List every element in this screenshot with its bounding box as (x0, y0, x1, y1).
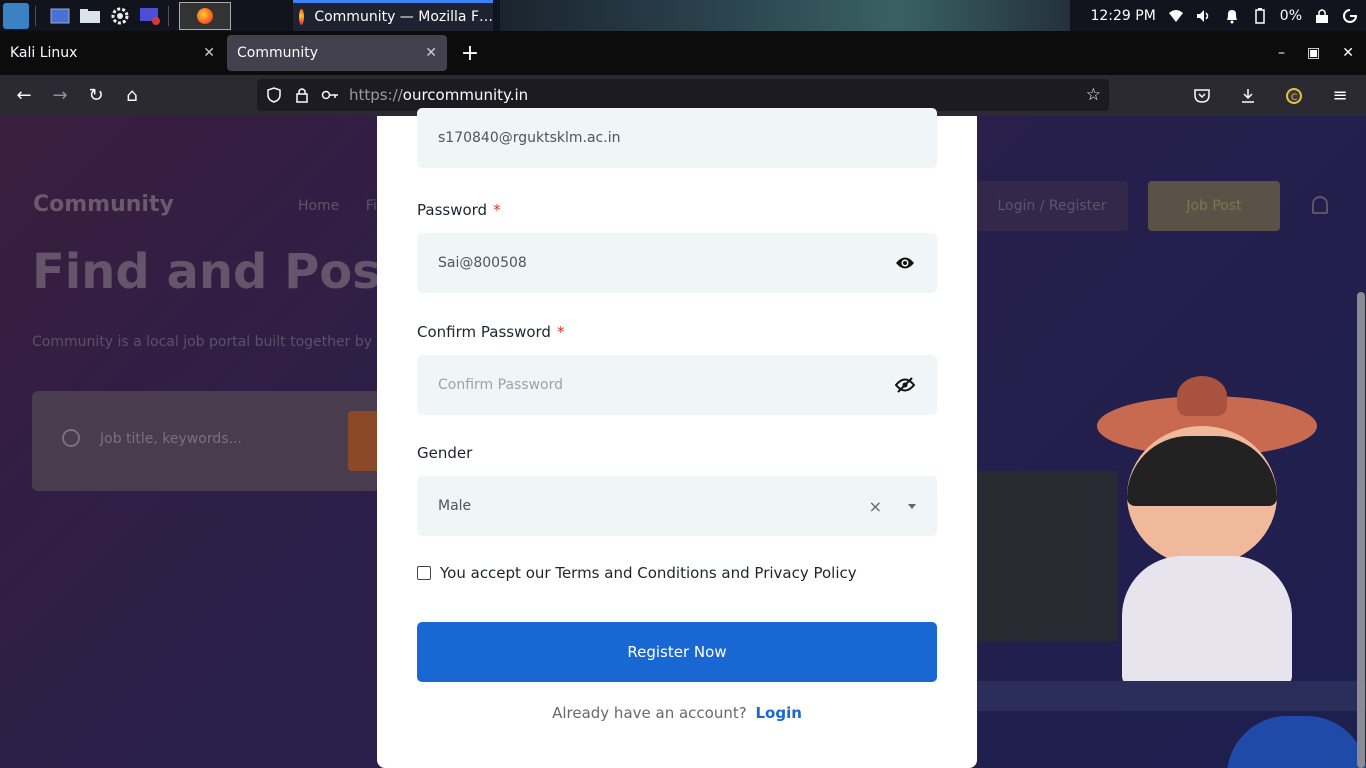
terminal-launcher-icon[interactable] (48, 5, 72, 27)
password-value: Sai@800508 (438, 255, 527, 271)
illustration-desk (977, 681, 1366, 711)
maximize-icon[interactable]: ▣ (1307, 45, 1320, 61)
close-tab-icon[interactable]: ✕ (425, 45, 437, 61)
terms-checkbox[interactable] (417, 566, 431, 580)
confirm-password-field[interactable]: Confirm Password (417, 355, 937, 415)
toolbar-right: C ≡ (1184, 75, 1366, 116)
login-link[interactable]: Login (755, 704, 801, 722)
gender-label: Gender (417, 444, 473, 462)
chevron-down-icon[interactable] (908, 503, 916, 509)
scrollbar-thumb[interactable] (1357, 292, 1365, 768)
illustration-monitor (977, 471, 1117, 641)
window-controls: – ▣ ✕ (1278, 31, 1354, 75)
password-field[interactable]: Sai@800508 (417, 233, 937, 293)
login-register-button: Login / Register (976, 181, 1128, 231)
register-button[interactable]: Register Now (417, 622, 937, 682)
padlock-icon[interactable] (293, 86, 311, 104)
clear-selection-icon[interactable]: × (869, 497, 882, 516)
firefox-icon (299, 9, 305, 25)
nav-home-link: Home (298, 198, 340, 214)
job-search-placeholder: Job title, keywords... (100, 431, 242, 447)
terms-text[interactable]: You accept our Terms and Conditions and … (440, 564, 857, 582)
new-tab-plus-icon[interactable]: + (455, 41, 485, 66)
job-post-button: Job Post (1148, 181, 1280, 231)
os-taskbar: Community — Mozilla F… 12:29 PM 0% (0, 0, 1366, 31)
clock[interactable]: 12:29 PM (1090, 8, 1155, 24)
hero-illustration (977, 376, 1366, 768)
bookmark-star-icon[interactable]: ☆ (1086, 85, 1101, 105)
system-tray: 12:29 PM 0% (1090, 0, 1366, 31)
tab-community[interactable]: Community ✕ (227, 35, 447, 71)
search-icon (62, 429, 80, 447)
page-scrollbar[interactable] (1355, 116, 1366, 768)
settings-gear-icon[interactable] (108, 5, 132, 27)
gender-select[interactable]: Male × (417, 476, 937, 536)
taskbar-separator (168, 5, 169, 26)
gender-value: Male (438, 498, 472, 514)
hero-subtitle: Community is a local job portal built to… (32, 334, 418, 350)
browser-tab-bar: Kali Linux ✕ Community ✕ + – ▣ ✕ (0, 31, 1366, 75)
site-bell-icon (1312, 196, 1328, 214)
firefox-icon (197, 7, 213, 24)
taskbar-window-title: Community — Mozilla F… (314, 9, 493, 25)
notification-bell-icon[interactable] (1224, 8, 1240, 24)
password-label-text: Password (417, 201, 488, 219)
wifi-icon[interactable] (1168, 8, 1184, 24)
address-bar[interactable]: https://ourcommunity.in ☆ (257, 79, 1109, 111)
site-nav: Home Fi (298, 198, 377, 214)
battery-icon[interactable] (1252, 7, 1268, 24)
reload-icon[interactable]: ↻ (78, 80, 114, 112)
pocket-icon[interactable] (1184, 80, 1220, 112)
taskbar-wallpaper-strip (500, 0, 1070, 31)
close-window-icon[interactable]: ✕ (1342, 45, 1354, 61)
key-icon[interactable] (321, 86, 339, 104)
tab-label: Kali Linux (10, 45, 78, 61)
url-protocol: https:// (349, 86, 403, 104)
svg-text:C: C (1291, 93, 1297, 103)
file-manager-icon[interactable] (78, 5, 102, 27)
tab-kali-linux[interactable]: Kali Linux ✕ (0, 35, 225, 71)
email-field[interactable]: s170840@rguktsklm.ac.in (417, 108, 937, 168)
confirm-password-label: Confirm Password * (417, 323, 564, 341)
required-marker: * (493, 201, 501, 219)
minimize-icon[interactable]: – (1278, 45, 1285, 61)
terms-row: You accept our Terms and Conditions and … (417, 564, 857, 582)
show-password-eye-icon[interactable] (894, 252, 916, 274)
required-marker: * (556, 323, 565, 341)
site-brand: Community (33, 192, 174, 217)
job-search-box: Job title, keywords... (32, 391, 392, 491)
illustration-chair (1227, 716, 1366, 768)
extension-icon[interactable]: C (1276, 80, 1312, 112)
back-arrow-icon[interactable]: ← (6, 80, 42, 112)
email-value: s170840@rguktsklm.ac.in (438, 130, 621, 146)
tab-label: Community (237, 45, 319, 61)
downloads-icon[interactable] (1230, 80, 1266, 112)
forward-arrow-icon[interactable]: → (42, 80, 78, 112)
close-tab-icon[interactable]: ✕ (203, 45, 215, 61)
password-label: Password * (417, 201, 501, 219)
screen-recorder-icon[interactable] (138, 5, 162, 27)
login-prompt: Already have an account? Login (377, 704, 977, 722)
url-text: https://ourcommunity.in (349, 86, 528, 104)
battery-percent: 0% (1279, 7, 1302, 24)
have-account-text: Already have an account? (552, 704, 747, 722)
firefox-launcher-button[interactable] (179, 1, 231, 30)
confirm-password-label-text: Confirm Password (417, 323, 551, 341)
power-icon[interactable] (1342, 8, 1358, 24)
nav-partial-link: Fi (365, 198, 377, 214)
illustration-hat-top (1177, 376, 1227, 416)
hide-password-eye-slash-icon[interactable] (894, 374, 916, 396)
taskbar-separator (35, 5, 36, 26)
tracking-shield-icon[interactable] (265, 86, 283, 104)
register-modal: s170840@rguktsklm.ac.in Password * Sai@80… (377, 108, 977, 768)
url-host: ourcommunity.in (402, 86, 529, 104)
volume-icon[interactable] (1196, 8, 1212, 24)
taskbar-window-firefox[interactable]: Community — Mozilla F… (293, 0, 493, 31)
illustration-body (1122, 556, 1292, 686)
lock-screen-icon[interactable] (1314, 8, 1330, 24)
hamburger-menu-icon[interactable]: ≡ (1322, 80, 1358, 112)
confirm-password-placeholder: Confirm Password (438, 377, 564, 393)
kali-menu-icon[interactable] (3, 2, 29, 29)
home-icon[interactable]: ⌂ (114, 80, 150, 112)
